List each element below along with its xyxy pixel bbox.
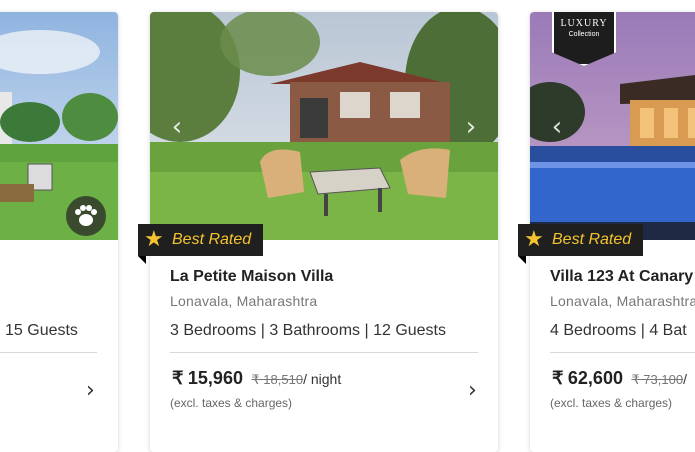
property-title[interactable]: Villa 123 At Canary [550,268,693,286]
price-note: (excl. taxes & charges) [170,396,293,410]
price-value: 15,960 [187,368,243,388]
paw-icon [66,196,106,236]
chevron-right-icon[interactable]: › [460,114,482,140]
chevron-right-icon[interactable]: › [468,380,477,402]
chevron-left-icon[interactable]: ‹ [546,114,568,140]
price-line: ₹ 15,960 ₹ 18,510/ night [172,368,341,389]
badge-label: Best Rated [172,231,252,248]
property-title[interactable]: La Petite Maison Villa [170,268,333,286]
chevron-left-icon[interactable]: ‹ [166,114,188,140]
original-price: ₹ 73,100 [631,372,684,387]
property-card-left[interactable]: 15 Guests › [0,12,118,452]
luxury-label: LUXURY [560,18,608,29]
property-features: 3 Bedrooms | 3 Bathrooms | 12 Guests [170,322,446,339]
price-unit: / night [303,371,342,387]
property-location: Lonavala, Maharashtra [550,293,695,309]
price-unit: / [683,371,687,387]
best-rated-badge: ★ Best Rated [138,224,264,264]
property-features: 15 Guests [5,322,78,339]
property-location: Lonavala, Maharashtra [170,293,318,309]
collection-label: Collection [568,31,600,38]
chevron-right-icon[interactable]: › [86,380,95,402]
divider [0,352,97,353]
best-rated-badge: ★ Best Rated [518,224,644,264]
original-price: ₹ 18,510 [251,372,304,387]
property-photo[interactable] [150,12,498,240]
badge-label: Best Rated [552,231,632,248]
price-note: (excl. taxes & charges) [550,396,673,410]
price-value: 62,600 [567,368,623,388]
rupee-symbol: ₹ [552,368,564,388]
divider [550,352,695,353]
property-features: 4 Bedrooms | 4 Bat [550,322,687,339]
property-card-villa-123[interactable]: ‹ LUXURY Collection Villa 123 At Canary … [518,12,695,452]
star-icon: ★ [524,227,544,252]
star-icon: ★ [144,227,164,252]
rupee-symbol: ₹ [172,368,184,388]
divider [170,352,478,353]
price-line: ₹ 62,600 ₹ 73,100/ [552,368,687,389]
property-card-la-petite-maison[interactable]: ‹ › La Petite Maison Villa Lonavala, Mah… [138,12,498,452]
